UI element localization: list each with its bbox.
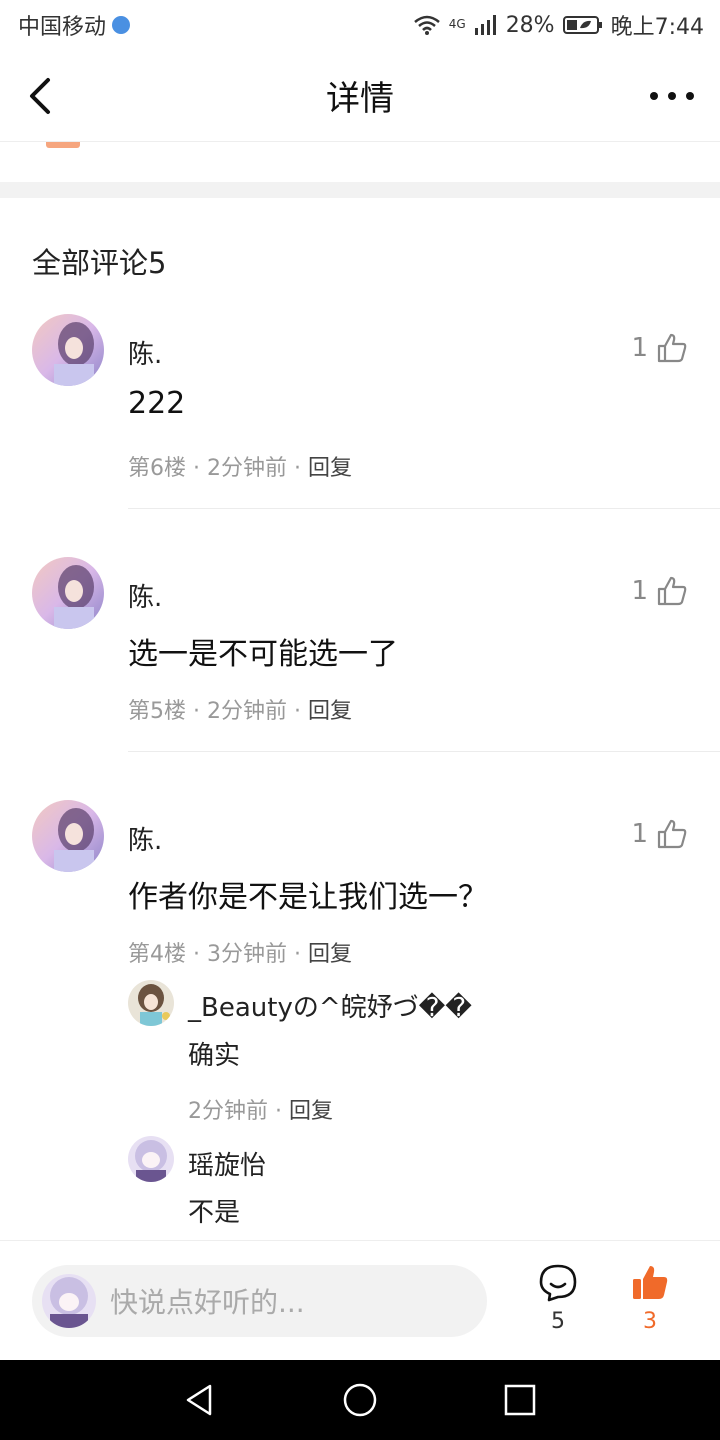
reply-button[interactable]: 回复 (308, 456, 352, 481)
status-bar: 中国移动 4G 28% 晚上7:44 (0, 0, 720, 50)
like-button[interactable]: 1 (631, 575, 688, 607)
comments-title: 全部评论5 (32, 246, 167, 280)
reply-button[interactable]: 回复 (308, 942, 352, 967)
comments-button[interactable]: 5 (536, 1263, 580, 1334)
comment-username[interactable]: 陈. (128, 577, 162, 614)
comment-meta: 第6楼 · 2分钟前 · 回复 (128, 456, 352, 481)
network-label: 4G (448, 17, 466, 31)
like-count: 1 (631, 576, 648, 606)
avatar[interactable] (32, 800, 104, 872)
post-like-count: 3 (643, 1309, 657, 1334)
nav-back-icon[interactable] (180, 1380, 220, 1420)
wifi-icon (413, 15, 440, 35)
avatar[interactable] (32, 557, 104, 629)
nav-home-icon[interactable] (340, 1380, 380, 1420)
nav-recents-icon[interactable] (500, 1380, 540, 1420)
reply-username[interactable]: _Beautyの^皖妤づ�� (188, 987, 472, 1024)
thumbs-up-icon (657, 819, 687, 849)
thumbs-up-icon (657, 333, 687, 363)
avatar[interactable] (32, 314, 104, 386)
comment-content: 作者你是不是让我们选一？ (128, 880, 488, 915)
comment-bubble-icon (539, 1264, 577, 1302)
battery-percent: 28% (505, 12, 555, 38)
like-count: 1 (631, 333, 648, 363)
comment-input[interactable]: 快说点好听的... (32, 1265, 487, 1337)
time-label: 2分钟前 (206, 456, 287, 481)
divider (128, 508, 720, 509)
time-label: 3分钟前 (206, 942, 287, 967)
clock: 晚上7:44 (610, 15, 704, 40)
comment-count: 5 (551, 1309, 565, 1334)
back-arrow-icon[interactable] (22, 74, 62, 118)
content-peek (46, 142, 80, 148)
thumbs-up-filled-icon (633, 1266, 668, 1299)
post-like-button[interactable]: 3 (628, 1263, 672, 1334)
carrier-label: 中国移动 (18, 15, 107, 40)
bottom-action-bar: 快说点好听的... 5 3 (0, 1240, 720, 1360)
page-title: 详情 (326, 79, 394, 119)
battery-icon (562, 16, 602, 34)
hd-call-icon (112, 16, 131, 34)
comment-meta: 第5楼 · 2分钟前 · 回复 (128, 699, 352, 724)
reply-username[interactable]: 瑶旋怡 (188, 1145, 266, 1182)
reply-button[interactable]: 回复 (308, 699, 352, 724)
reply-avatar[interactable] (128, 980, 174, 1026)
time-label: 2分钟前 (188, 1099, 268, 1124)
input-placeholder: 快说点好听的... (110, 1286, 305, 1319)
my-avatar (42, 1274, 96, 1328)
floor-label: 第5楼 (128, 699, 186, 724)
like-button[interactable]: 1 (631, 818, 688, 850)
system-nav-bar (0, 1360, 720, 1440)
section-separator (0, 182, 720, 198)
signal-icon (474, 15, 496, 35)
like-count: 1 (631, 819, 648, 849)
like-button[interactable]: 1 (631, 332, 688, 364)
divider (128, 751, 720, 752)
comment-username[interactable]: 陈. (128, 820, 162, 857)
time-label: 2分钟前 (206, 699, 287, 724)
reply-meta: 2分钟前 · 回复 (188, 1099, 333, 1124)
reply-button[interactable]: 回复 (289, 1099, 333, 1124)
reply-content: 不是 (188, 1198, 241, 1228)
floor-label: 第6楼 (128, 456, 186, 481)
header: 详情 (0, 50, 720, 142)
comment-username[interactable]: 陈. (128, 334, 162, 371)
comment-meta: 第4楼 · 3分钟前 · 回复 (128, 942, 352, 967)
reply-avatar[interactable] (128, 1136, 174, 1182)
thumbs-up-icon (657, 576, 687, 606)
comment-content: 222 (128, 386, 186, 421)
reply-content: 确实 (188, 1041, 241, 1071)
comment-content: 选一是不可能选一了 (128, 637, 398, 672)
floor-label: 第4楼 (128, 942, 186, 967)
more-options-icon[interactable] (648, 86, 696, 106)
